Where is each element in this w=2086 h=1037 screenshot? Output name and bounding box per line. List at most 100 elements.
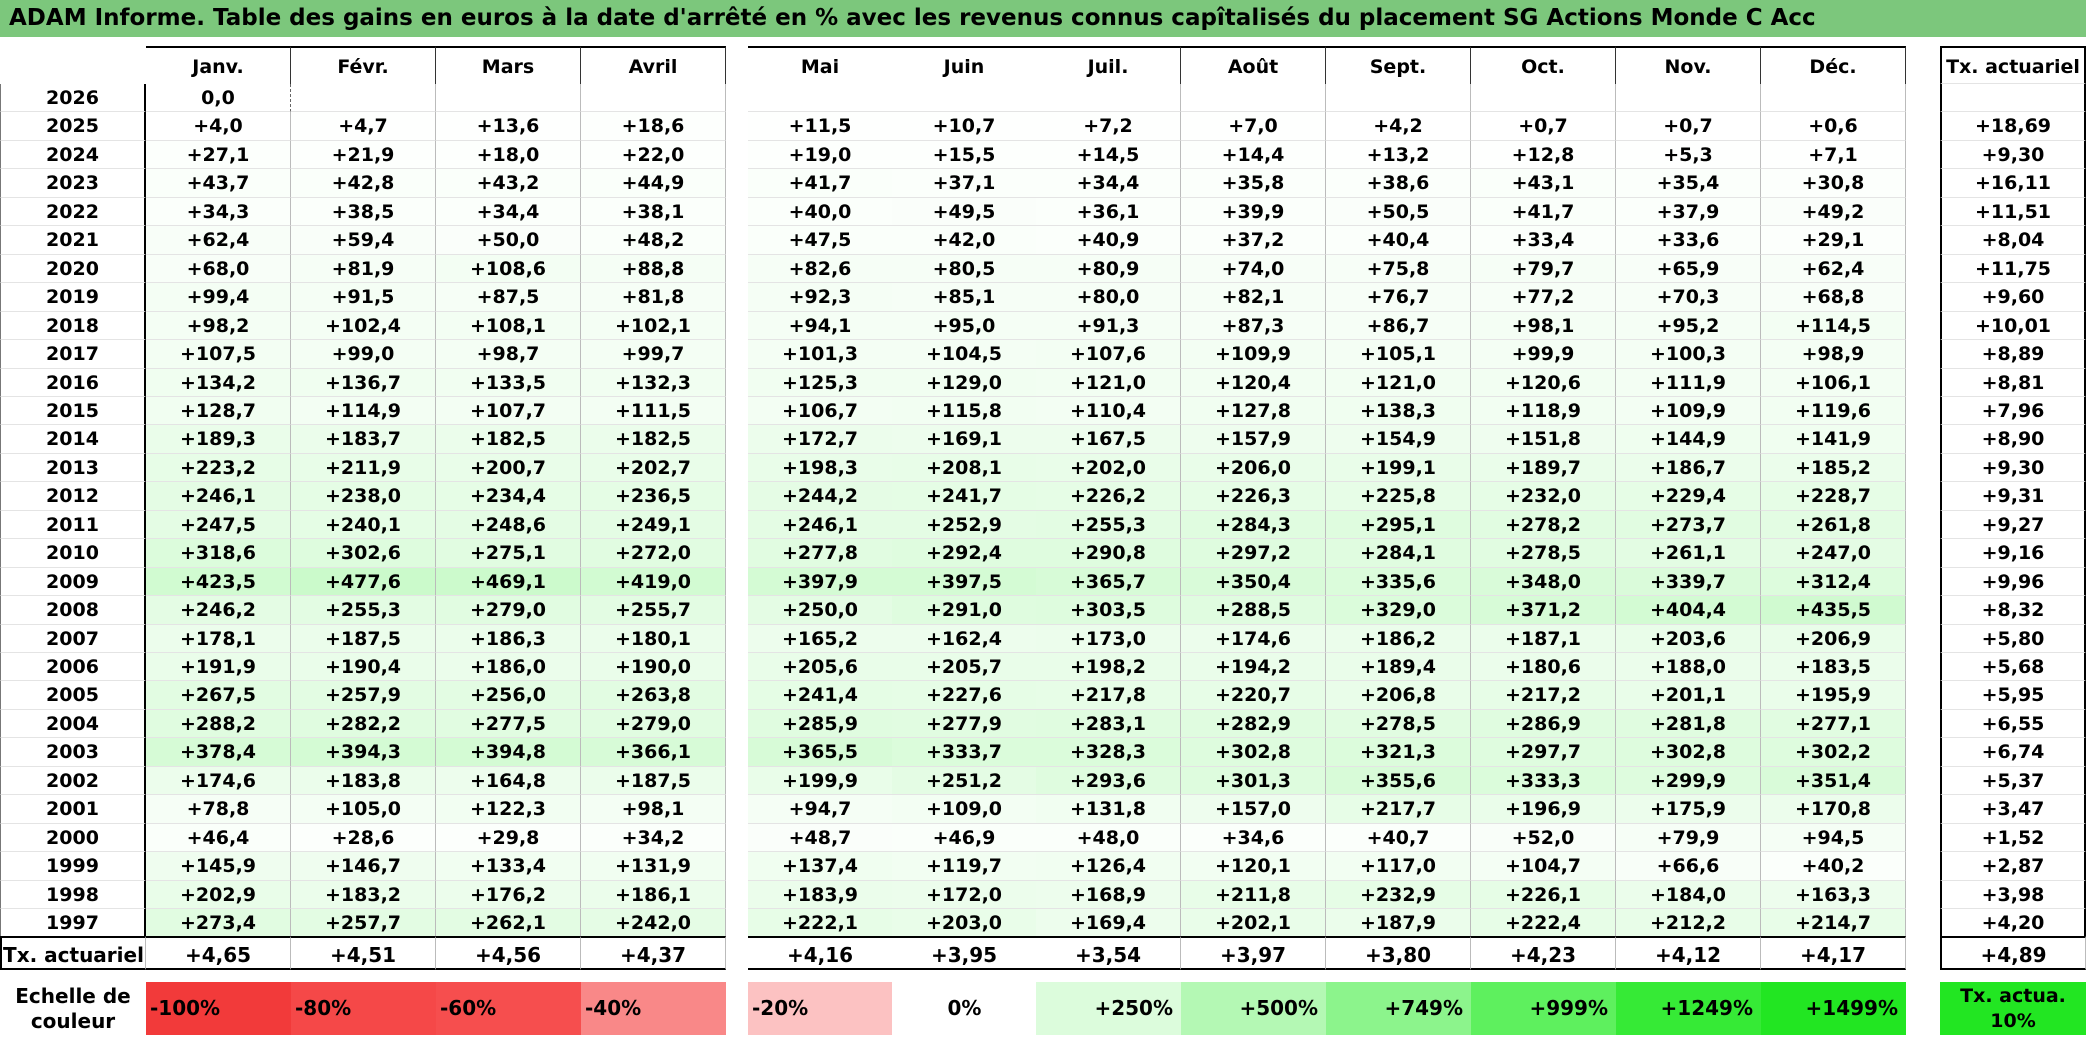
- legend-rate-swatch: Tx. actua. 10%: [1940, 982, 2086, 1035]
- gain-cell: +39,9: [1181, 198, 1326, 226]
- gain-cell: +299,9: [1616, 767, 1761, 795]
- gain-cell: +34,2: [581, 824, 726, 852]
- gain-cell: +188,0: [1616, 653, 1761, 681]
- gain-cell: +256,0: [436, 681, 581, 710]
- gain-cell: +0,7: [1616, 112, 1761, 141]
- gain-cell: +98,2: [146, 312, 291, 340]
- gain-cell: [436, 84, 581, 112]
- gain-cell: +41,7: [1471, 198, 1616, 226]
- gain-cell: +292,4: [892, 539, 1037, 568]
- gain-cell: +37,2: [1181, 226, 1326, 255]
- gain-cell: +114,9: [291, 397, 436, 425]
- gain-cell: +52,0: [1471, 824, 1616, 852]
- gain-cell: +238,0: [291, 482, 436, 511]
- gain-cell: +28,6: [291, 824, 436, 852]
- gain-cell: +191,9: [146, 653, 291, 681]
- gain-cell: +186,2: [1326, 625, 1471, 653]
- gain-cell: +10,7: [892, 112, 1037, 141]
- gain-cell: +7,1: [1761, 141, 1906, 169]
- gain-cell: +62,4: [1761, 255, 1906, 283]
- gain-cell: +202,9: [146, 881, 291, 909]
- month-header: Oct.: [1471, 46, 1616, 84]
- gain-cell: +477,6: [291, 568, 436, 596]
- gain-cell: +273,7: [1616, 511, 1761, 539]
- gain-cell: +27,1: [146, 141, 291, 169]
- gain-cell: +37,1: [892, 169, 1037, 198]
- gain-cell: +302,8: [1181, 738, 1326, 767]
- year-label: 2026: [0, 84, 146, 112]
- gain-cell: +80,9: [1036, 255, 1181, 283]
- gain-cell: [291, 84, 436, 112]
- gain-cell: +275,1: [436, 539, 581, 568]
- gain-cell: +312,4: [1761, 568, 1906, 596]
- gain-cell: +288,2: [146, 710, 291, 738]
- gain-cell: +48,0: [1036, 824, 1181, 852]
- gain-cell: +329,0: [1326, 596, 1471, 625]
- gain-cell: +250,0: [748, 596, 893, 625]
- gain-cell: +194,2: [1181, 653, 1326, 681]
- gain-cell: +183,5: [1761, 653, 1906, 681]
- gain-cell: +277,5: [436, 710, 581, 738]
- gain-cell: +121,0: [1326, 369, 1471, 397]
- gain-cell: +137,4: [748, 852, 893, 881]
- gain-cell: +138,3: [1326, 397, 1471, 425]
- gain-cell: +419,0: [581, 568, 726, 596]
- gain-cell: +50,0: [436, 226, 581, 255]
- legend-label: Echelle de couleur: [15, 984, 131, 1033]
- color-scale-swatch: +1249%: [1616, 982, 1761, 1035]
- gain-cell: [748, 84, 893, 112]
- color-scale-swatch: -40%: [581, 982, 726, 1035]
- gain-cell: +249,1: [581, 511, 726, 539]
- actuarial-rate-cell: +9,30: [1940, 141, 2086, 169]
- actuarial-rate-cell: +2,87: [1940, 852, 2086, 881]
- gain-cell: +109,0: [892, 795, 1037, 824]
- gain-cell: +79,7: [1471, 255, 1616, 283]
- actuarial-rate-cell: +5,95: [1940, 681, 2086, 710]
- gain-cell: +182,5: [436, 425, 581, 454]
- gain-cell: +397,9: [748, 568, 893, 596]
- gain-cell: +203,6: [1616, 625, 1761, 653]
- totals-cell: +4,17: [1761, 936, 1906, 970]
- gain-cell: +283,1: [1036, 710, 1181, 738]
- actuarial-rate-cell: +5,37: [1940, 767, 2086, 795]
- gain-cell: +125,3: [748, 369, 893, 397]
- gain-cell: +198,2: [1036, 653, 1181, 681]
- gain-cell: +134,2: [146, 369, 291, 397]
- gain-cell: +151,8: [1471, 425, 1616, 454]
- year-label: 2011: [0, 511, 146, 539]
- gain-cell: +40,0: [748, 198, 893, 226]
- month-header: Févr.: [291, 46, 436, 84]
- actuarial-rate-cell: +8,32: [1940, 596, 2086, 625]
- gain-cell: +13,6: [436, 112, 581, 141]
- gain-cell: +88,8: [581, 255, 726, 283]
- gain-cell: +0,7: [1471, 112, 1616, 141]
- gain-cell: +173,0: [1036, 625, 1181, 653]
- gain-cell: +183,2: [291, 881, 436, 909]
- month-header: Mai: [748, 46, 893, 84]
- gain-cell: [1181, 84, 1326, 112]
- gain-cell: +176,2: [436, 881, 581, 909]
- gain-cell: +107,5: [146, 340, 291, 369]
- gain-cell: +321,3: [1326, 738, 1471, 767]
- gain-cell: +95,0: [892, 312, 1037, 340]
- year-label: 2014: [0, 425, 146, 454]
- gain-cell: +186,0: [436, 653, 581, 681]
- gain-cell: +65,9: [1616, 255, 1761, 283]
- gain-cell: +109,9: [1181, 340, 1326, 369]
- gain-cell: +394,8: [436, 738, 581, 767]
- gain-cell: +94,7: [748, 795, 893, 824]
- gain-cell: +14,4: [1181, 141, 1326, 169]
- gain-cell: +174,6: [146, 767, 291, 795]
- actuarial-rate-cell: +9,60: [1940, 283, 2086, 312]
- color-scale-swatch: +500%: [1181, 982, 1326, 1035]
- gain-cell: +278,5: [1471, 539, 1616, 568]
- gain-cell: +297,7: [1471, 738, 1616, 767]
- gain-cell: +211,8: [1181, 881, 1326, 909]
- gain-cell: +195,9: [1761, 681, 1906, 710]
- year-label: 2001: [0, 795, 146, 824]
- year-label: 2025: [0, 112, 146, 141]
- gain-cell: +106,7: [748, 397, 893, 425]
- gain-cell: +348,0: [1471, 568, 1616, 596]
- gain-cell: +70,3: [1616, 283, 1761, 312]
- gain-cell: +126,4: [1036, 852, 1181, 881]
